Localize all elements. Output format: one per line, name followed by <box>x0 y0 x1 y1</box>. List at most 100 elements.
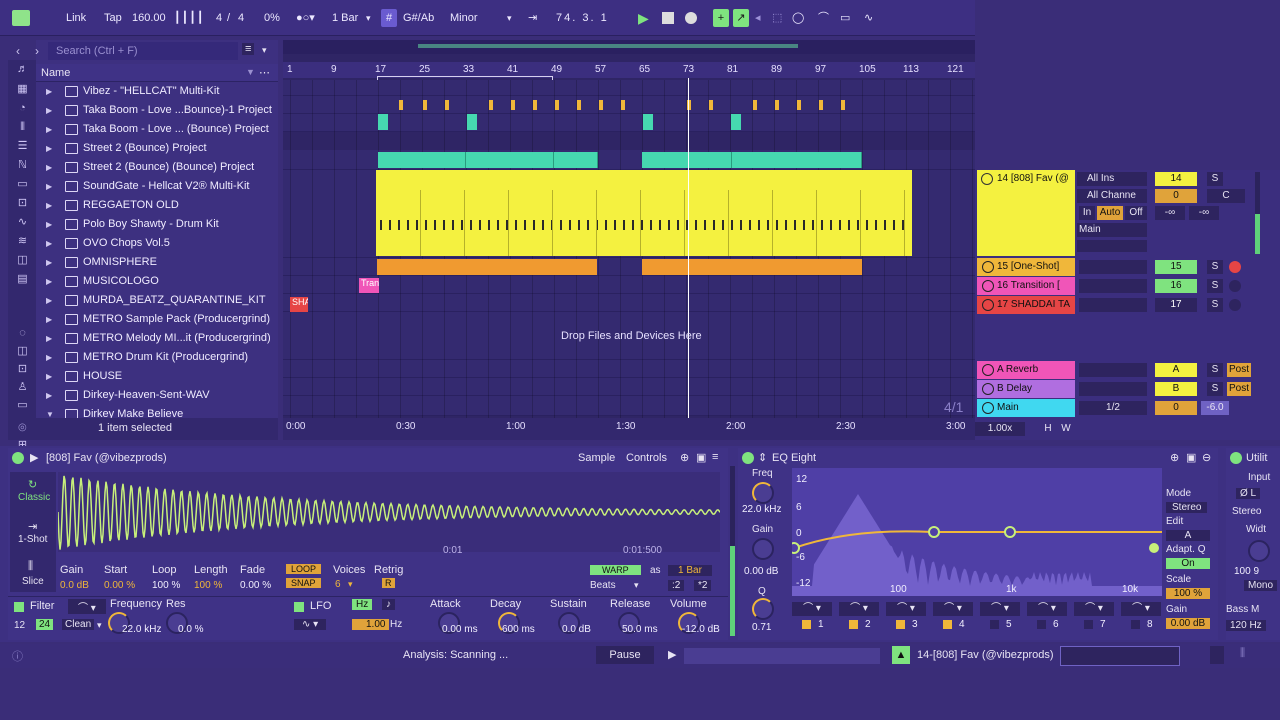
audio-clip[interactable] <box>642 152 732 168</box>
frequency-value[interactable]: 22.0 kHz <box>122 624 161 635</box>
tab-controls[interactable]: Controls <box>626 452 667 464</box>
record-icon[interactable] <box>685 12 697 24</box>
sampler-play-icon[interactable]: ▶ <box>30 451 38 464</box>
automation-arm-icon[interactable]: ↗ <box>733 9 749 27</box>
one-shot-icon[interactable]: ⇥ <box>28 520 37 533</box>
band-filter-type-icon[interactable]: ⌒ ▾ <box>1074 602 1114 616</box>
track17-activator[interactable]: 17 <box>1155 298 1197 312</box>
eq-hotswap-icon[interactable]: ⊕ <box>1170 451 1179 464</box>
key-select[interactable]: G#/Ab <box>403 9 434 27</box>
scale-select[interactable]: Minor <box>450 9 478 27</box>
save-preset-icon[interactable]: ▣ <box>696 451 706 464</box>
band-filter-type-icon[interactable]: ⌒ ▾ <box>1027 602 1067 616</box>
record-mode-icon[interactable]: ●○▾ <box>296 9 315 27</box>
audio-clip[interactable] <box>642 259 862 275</box>
audio-clip[interactable] <box>732 152 862 168</box>
w-button[interactable]: W <box>1059 422 1073 436</box>
track-lane[interactable] <box>283 294 975 312</box>
midi-clip[interactable] <box>399 100 403 110</box>
track14-fold-icon[interactable] <box>981 173 993 185</box>
back-icon[interactable]: ‹ <box>16 44 20 58</box>
sampler-param-value[interactable]: 0.0 dB <box>60 580 89 591</box>
returnA-header[interactable]: A Reverb <box>977 361 1075 379</box>
eq-fold-icon[interactable]: ⇕ <box>758 451 767 464</box>
lfo-toggle[interactable] <box>294 602 304 612</box>
midi-clip[interactable] <box>555 100 559 110</box>
band-toggle[interactable] <box>802 620 811 629</box>
eq-q-value[interactable]: 0.71 <box>752 622 771 633</box>
track15-header[interactable]: 15 [One-Shot] <box>977 258 1075 276</box>
metronome-bars-icon[interactable]: ┃┃┃┃ <box>174 9 205 27</box>
audio-clip[interactable] <box>731 114 741 130</box>
track14-volume[interactable]: 0 <box>1155 189 1197 203</box>
slope-12[interactable]: 12 <box>14 620 25 631</box>
monitor-in-button[interactable]: In <box>1079 206 1095 220</box>
track14-header[interactable]: 14 [808] Fav (@ <box>977 170 1075 256</box>
track-play-icon[interactable] <box>982 280 994 292</box>
track-lane[interactable] <box>283 396 975 416</box>
play-icon[interactable]: ▶ <box>638 9 649 27</box>
track14-send-a[interactable]: -∞ <box>1155 206 1185 220</box>
warp-mode[interactable]: Beats <box>590 580 616 591</box>
session-record-icon[interactable]: ◯ <box>792 9 804 27</box>
arm-icon[interactable] <box>1229 261 1241 273</box>
midi-clip[interactable] <box>445 100 449 110</box>
detail-toggle-icon[interactable] <box>1210 646 1224 664</box>
track17-header[interactable]: 17 SHADDAI TA <box>977 296 1075 314</box>
audio-clip[interactable] <box>377 259 597 275</box>
envelope-value[interactable]: 600 ms <box>502 624 535 635</box>
arm-icon[interactable] <box>1229 280 1241 292</box>
track14-solo[interactable]: S <box>1207 172 1223 186</box>
midi-clip[interactable] <box>489 100 493 110</box>
returnB-post-toggle[interactable]: Post <box>1227 382 1251 396</box>
search-input[interactable]: Search (Ctrl + F) <box>48 42 238 60</box>
slope-24[interactable]: 24 <box>36 619 54 630</box>
arm-icon[interactable] <box>1229 299 1241 311</box>
track-play-icon[interactable] <box>982 402 994 414</box>
width-value[interactable]: 100 9 <box>1234 566 1259 577</box>
hotswap-icon[interactable]: ◎ <box>18 422 27 433</box>
track-play-icon[interactable] <box>982 299 994 311</box>
audio-clip[interactable] <box>466 152 554 168</box>
device-menu-icon[interactable]: ≡ <box>712 451 718 463</box>
sampler-param-value[interactable]: 0.00 % <box>240 580 271 591</box>
track-lane[interactable] <box>283 80 975 96</box>
warp-length[interactable]: 1 Bar <box>668 565 712 576</box>
expand-icon[interactable]: ▶ <box>46 82 52 101</box>
envelope-value[interactable]: -12.0 dB <box>682 624 720 635</box>
signature-numerator[interactable]: 4 <box>216 9 222 27</box>
filter-list-icon[interactable]: ≡ <box>242 43 255 55</box>
envelope-value[interactable]: 0.0 dB <box>562 624 591 635</box>
track-io-slot[interactable] <box>1079 363 1147 377</box>
mode-classic[interactable]: Classic <box>18 492 50 503</box>
half-tempo-button[interactable]: :2 <box>668 580 685 591</box>
shaddai-clip[interactable]: SHA <box>290 297 308 312</box>
track-io-slot[interactable] <box>1079 260 1147 274</box>
midi-clip[interactable] <box>621 100 625 110</box>
midi-clip[interactable] <box>577 100 581 110</box>
returnA-activator[interactable]: A <box>1155 363 1197 377</box>
eq-edit-select[interactable]: A <box>1166 530 1210 541</box>
sample-waveform[interactable] <box>58 472 720 552</box>
audio-clip[interactable] <box>643 114 653 130</box>
browser-item[interactable]: ▶ Vibez - "HELLCAT" Multi-Kit <box>8 82 278 101</box>
track17-solo[interactable]: S <box>1207 298 1223 312</box>
browser-item[interactable]: ▶ Dirkey-Heaven-Sent-WAV <box>8 386 278 405</box>
hot-swap-icon[interactable]: ⊕ <box>680 451 689 464</box>
eq-display[interactable] <box>788 468 1162 596</box>
band-filter-type-icon[interactable]: ⌒ ▾ <box>792 602 832 616</box>
expand-icon[interactable]: ▶ <box>46 253 52 272</box>
sounds-icon[interactable]: ♬ <box>16 64 29 75</box>
search-chevron-icon[interactable]: ▾ <box>262 45 267 56</box>
width-knob[interactable] <box>1248 540 1270 562</box>
band-toggle[interactable] <box>1131 620 1140 629</box>
browser-item[interactable]: ▶ SoundGate - Hellcat V2® Multi-Kit <box>8 177 278 196</box>
warp-toggle[interactable]: WARP <box>590 565 641 575</box>
returnA-post-toggle[interactable]: Post <box>1227 363 1251 377</box>
browser-item[interactable]: ▶ Taka Boom - Love ... (Bounce) Project <box>8 120 278 139</box>
mono-toggle[interactable]: Mono <box>1244 580 1278 591</box>
track-play-icon[interactable] <box>982 261 994 273</box>
expand-icon[interactable]: ▶ <box>46 196 52 215</box>
envelope-value[interactable]: 50.0 ms <box>622 624 658 635</box>
double-tempo-button[interactable]: *2 <box>694 580 712 591</box>
